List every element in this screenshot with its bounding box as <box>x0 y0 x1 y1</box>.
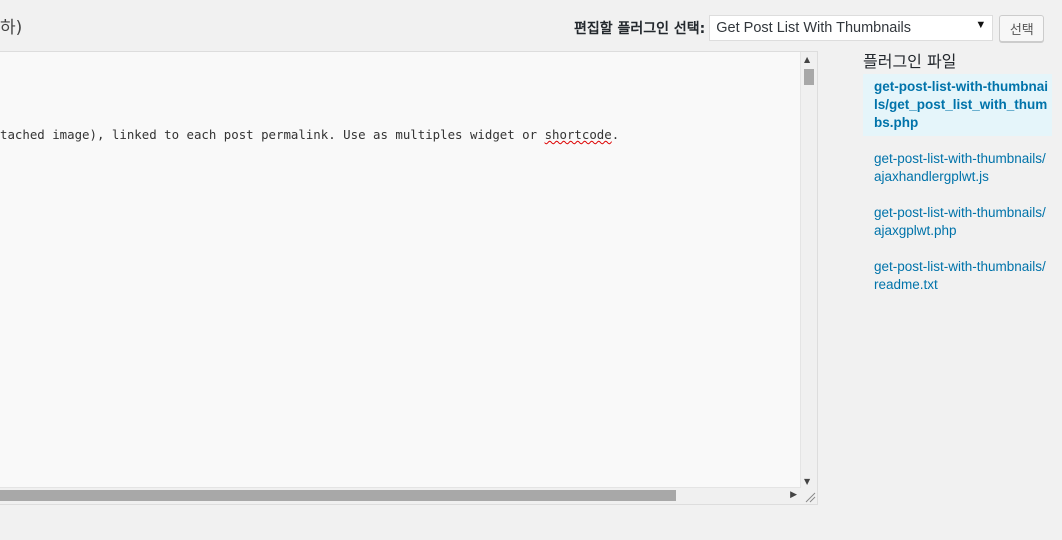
file-link-ajaxhandlergplwt[interactable]: get-post-list-with-thumbnails/ajaxhandle… <box>863 146 1052 190</box>
plugin-select-row: 편집할 플러그인 선택: Get Post List With Thumbnai… <box>574 14 1045 42</box>
file-link-readme[interactable]: get-post-list-with-thumbnails/readme.txt <box>863 254 1052 298</box>
plugin-file-list: get-post-list-with-thumbnails/get_post_l… <box>863 74 1052 308</box>
plugin-select[interactable]: Get Post List With Thumbnails ▼ <box>709 15 994 41</box>
code-text-end: . <box>611 127 620 142</box>
vertical-scrollbar[interactable]: ▲ ▼ <box>800 52 817 490</box>
plugin-select-label: 편집할 플러그인 선택: <box>574 21 706 37</box>
resize-handle-icon[interactable] <box>801 488 817 504</box>
misspelled-word: shortcode <box>544 127 612 142</box>
dropdown-arrow-icon: ▼ <box>975 19 987 31</box>
horizontal-scroll-thumb[interactable] <box>0 490 676 501</box>
page-title: 하) <box>0 18 23 38</box>
code-editor[interactable]: tached image), linked to each post perma… <box>0 51 818 505</box>
code-line: tached image), linked to each post perma… <box>0 127 619 142</box>
plugin-files-heading: 플러그인 파일 <box>863 52 957 71</box>
scroll-down-icon[interactable]: ▼ <box>804 477 810 486</box>
vertical-scroll-thumb[interactable] <box>804 69 814 85</box>
scroll-right-icon[interactable]: ▶ <box>790 490 797 500</box>
resize-grip-icon <box>805 492 816 503</box>
file-link-ajaxgplwt[interactable]: get-post-list-with-thumbnails/ajaxgplwt.… <box>863 200 1052 244</box>
code-text: tached image), linked to each post perma… <box>0 127 545 142</box>
horizontal-scrollbar[interactable]: ▶ <box>0 487 801 504</box>
scroll-up-icon[interactable]: ▲ <box>804 55 810 64</box>
plugin-select-value: Get Post List With Thumbnails <box>716 20 912 36</box>
select-button[interactable]: 선택 <box>999 14 1045 42</box>
file-link-get-post-list-with-thumbs[interactable]: get-post-list-with-thumbnails/get_post_l… <box>863 74 1052 136</box>
